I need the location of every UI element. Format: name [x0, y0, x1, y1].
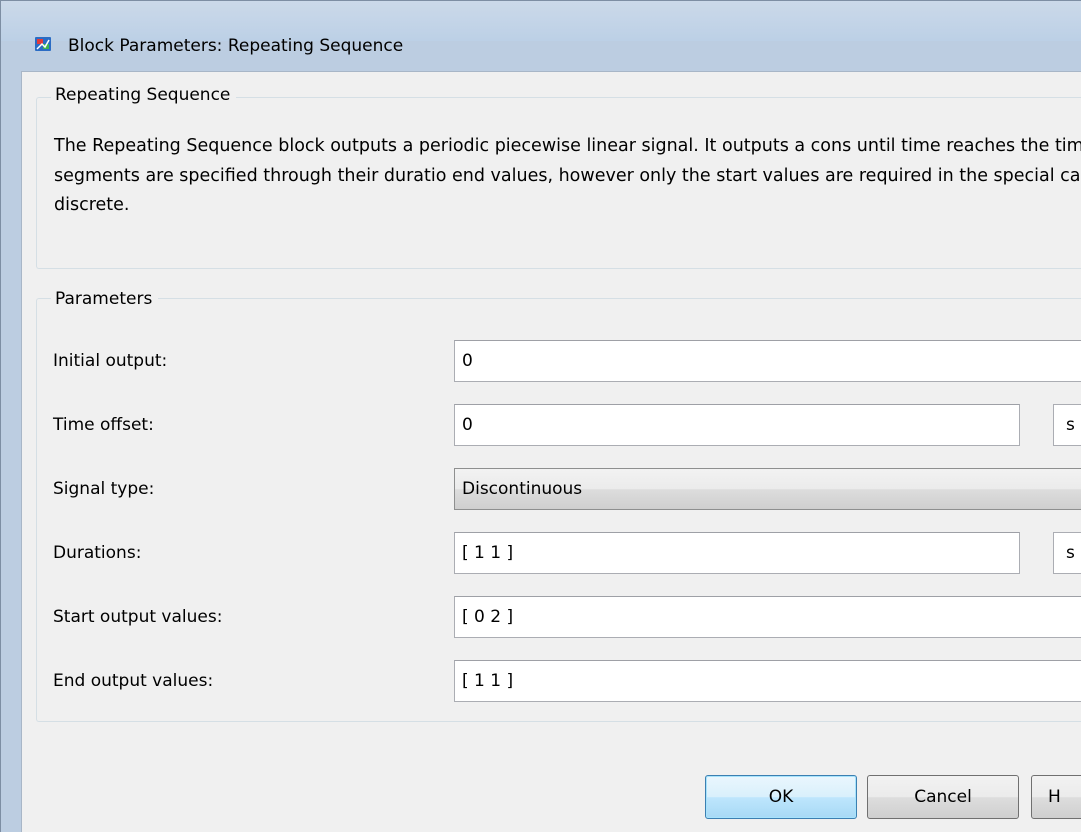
start-output-values-field[interactable]: [ 0 2 ]	[454, 596, 1081, 638]
block-parameters-dialog: Block Parameters: Repeating Sequence Rep…	[0, 0, 1081, 832]
time-offset-label: Time offset:	[53, 415, 154, 435]
signal-type-dropdown[interactable]: Discontinuous	[454, 468, 1081, 510]
block-description: The Repeating Sequence block outputs a p…	[54, 136, 1081, 215]
end-output-values-label: End output values:	[53, 671, 214, 691]
parameters-group-title: Parameters	[51, 288, 159, 310]
initial-output-field[interactable]: 0	[454, 340, 1081, 382]
initial-output-label: Initial output:	[53, 351, 168, 371]
help-button[interactable]: H	[1031, 775, 1081, 819]
simulink-app-icon	[35, 37, 51, 51]
durations-unit[interactable]: s	[1053, 532, 1081, 574]
time-offset-unit[interactable]: s	[1053, 404, 1081, 446]
durations-label: Durations:	[53, 543, 142, 563]
ok-button[interactable]: OK	[705, 775, 857, 819]
window-title: Block Parameters: Repeating Sequence	[68, 36, 404, 56]
durations-field[interactable]: [ 1 1 ]	[454, 532, 1020, 574]
dialog-body: Repeating Sequence The Repeating Sequenc…	[21, 71, 1081, 832]
description-group-title: Repeating Sequence	[51, 84, 237, 106]
time-offset-field[interactable]: 0	[454, 404, 1020, 446]
signal-type-label: Signal type:	[53, 479, 155, 499]
end-output-values-field[interactable]: [ 1 1 ]	[454, 660, 1081, 702]
start-output-values-label: Start output values:	[53, 607, 223, 627]
cancel-button[interactable]: Cancel	[867, 775, 1019, 819]
